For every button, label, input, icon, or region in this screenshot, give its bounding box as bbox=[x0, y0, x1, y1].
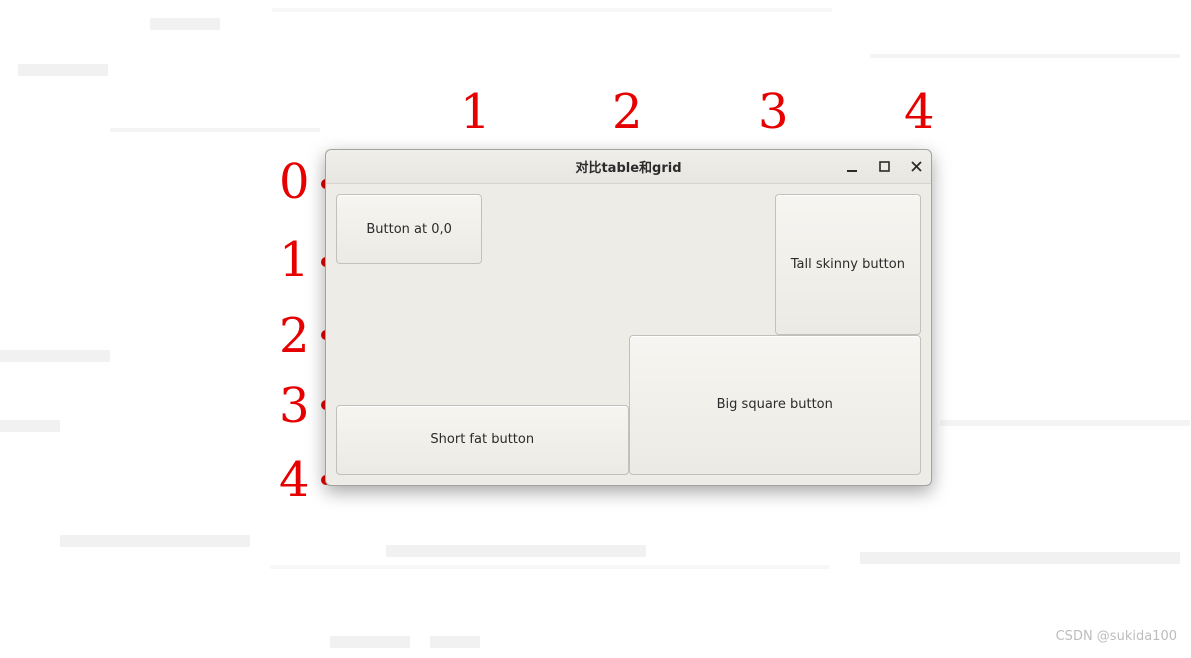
bg-slab bbox=[940, 420, 1190, 426]
grid-row-label: 4 bbox=[279, 456, 310, 504]
button-label: Button at 0,0 bbox=[366, 222, 452, 237]
button-label: Tall skinny button bbox=[791, 257, 905, 272]
window-titlebar[interactable]: 对比table和grid bbox=[326, 150, 931, 184]
grid-col-label: 1 bbox=[460, 88, 491, 136]
layout-grid: Button at 0,0 Tall skinny button Big squ… bbox=[336, 194, 921, 475]
grid-row-label: 1 bbox=[279, 236, 310, 284]
bg-slab bbox=[0, 350, 110, 362]
window-client-area: Button at 0,0 Tall skinny button Big squ… bbox=[326, 184, 931, 485]
grid-row-label: 2 bbox=[279, 312, 310, 360]
bg-slab bbox=[270, 565, 830, 569]
bg-slab bbox=[860, 552, 1180, 564]
bg-slab bbox=[330, 636, 410, 648]
close-button[interactable] bbox=[907, 158, 925, 176]
maximize-button[interactable] bbox=[875, 158, 893, 176]
bg-slab bbox=[150, 18, 220, 30]
button-label: Short fat button bbox=[430, 432, 534, 447]
short-fat-button[interactable]: Short fat button bbox=[336, 405, 629, 475]
bg-slab bbox=[18, 64, 108, 76]
bg-slab bbox=[110, 128, 320, 132]
bg-slab bbox=[430, 636, 480, 648]
bg-slab bbox=[0, 420, 60, 432]
minimize-button[interactable] bbox=[843, 158, 861, 176]
window-title: 对比table和grid bbox=[575, 157, 681, 176]
button-label: Big square button bbox=[717, 397, 833, 412]
big-square-button[interactable]: Big square button bbox=[629, 335, 922, 476]
bg-slab bbox=[386, 545, 646, 557]
grid-col-label: 3 bbox=[758, 88, 789, 136]
grid-row-label: 0 bbox=[279, 158, 310, 206]
button-at-0-0[interactable]: Button at 0,0 bbox=[336, 194, 482, 264]
bg-slab bbox=[272, 8, 832, 12]
bg-slab bbox=[60, 535, 250, 547]
watermark: CSDN @sukida100 bbox=[1056, 629, 1177, 644]
bg-slab bbox=[870, 54, 1180, 58]
tall-skinny-button[interactable]: Tall skinny button bbox=[775, 194, 921, 335]
app-window: 对比table和grid Button at 0,0 Tall skinny b… bbox=[325, 149, 932, 486]
grid-col-label: 4 bbox=[904, 88, 935, 136]
grid-col-label: 2 bbox=[612, 88, 643, 136]
grid-row-label: 3 bbox=[279, 382, 310, 430]
